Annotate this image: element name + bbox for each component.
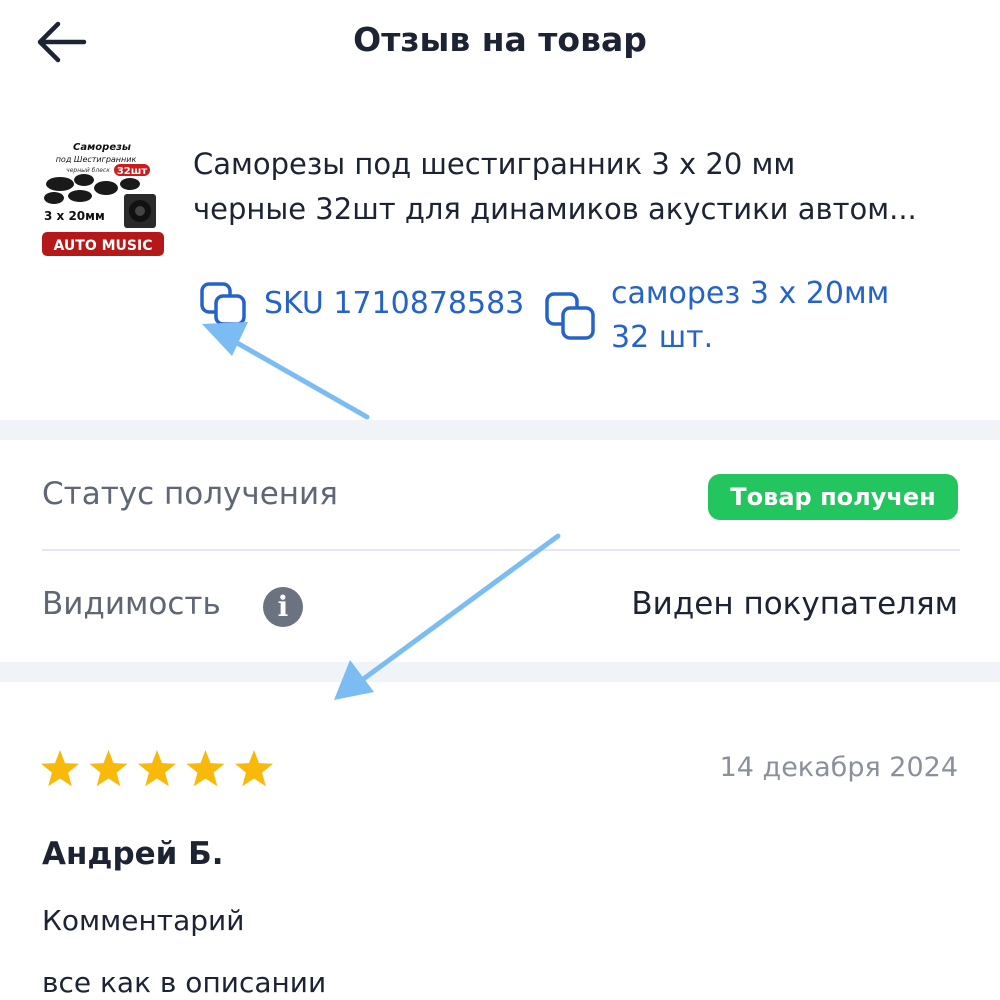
visibility-value: Виден покупателям: [631, 586, 958, 622]
rating-stars: [41, 750, 273, 787]
copy-icon: [545, 292, 595, 340]
review-author: Андрей Б.: [42, 836, 224, 872]
status-label: Статус получения: [42, 476, 338, 512]
product-name-line: черные 32шт для динамиков акустики автом…: [193, 192, 917, 226]
star-icon: [41, 750, 79, 787]
review-date: 14 декабря 2024: [719, 752, 958, 783]
comment-text: все как в описании: [42, 966, 327, 999]
visibility-label: Видимость: [42, 586, 221, 622]
product-thumbnail[interactable]: Саморезы под Шестигранник черный блеск 3…: [40, 138, 166, 264]
comment-label: Комментарий: [42, 904, 245, 937]
sku-label: SKU 1710878583: [264, 286, 525, 321]
status-badge: Товар получен: [708, 474, 958, 520]
product-image-brand: AUTO MUSIC: [54, 238, 153, 254]
product-image-caption: Саморезы: [73, 142, 131, 153]
copy-icon: [200, 282, 246, 326]
page-title: Отзыв на товар: [353, 20, 647, 59]
info-icon[interactable]: i: [263, 587, 303, 627]
product-name[interactable]: Саморезы под шестигранник 3 х 20 мм черн…: [193, 142, 983, 232]
section-separator: [0, 420, 1000, 440]
product-name-line: Саморезы под шестигранник 3 х 20 мм: [193, 147, 796, 181]
star-icon: [138, 750, 176, 787]
section-separator: [0, 662, 1000, 682]
product-image-caption-3: черный блеск: [66, 167, 110, 174]
star-icon: [89, 750, 128, 787]
star-icon: [235, 750, 273, 787]
variant-label: саморез 3 х 20мм 32 шт.: [611, 272, 889, 360]
product-image-badge: 32шт: [117, 166, 148, 177]
variant-label-line: саморез 3 х 20мм: [611, 276, 890, 311]
product-image-size: 3 x 20мм: [44, 209, 105, 223]
annotation-arrow: [202, 322, 370, 420]
top-bar: Отзыв на товар: [0, 0, 1000, 90]
star-icon: [186, 750, 225, 787]
divider: [42, 549, 960, 551]
variant-label-line: 32 шт.: [611, 320, 714, 355]
product-image-caption-2: под Шестигранник: [56, 155, 137, 164]
